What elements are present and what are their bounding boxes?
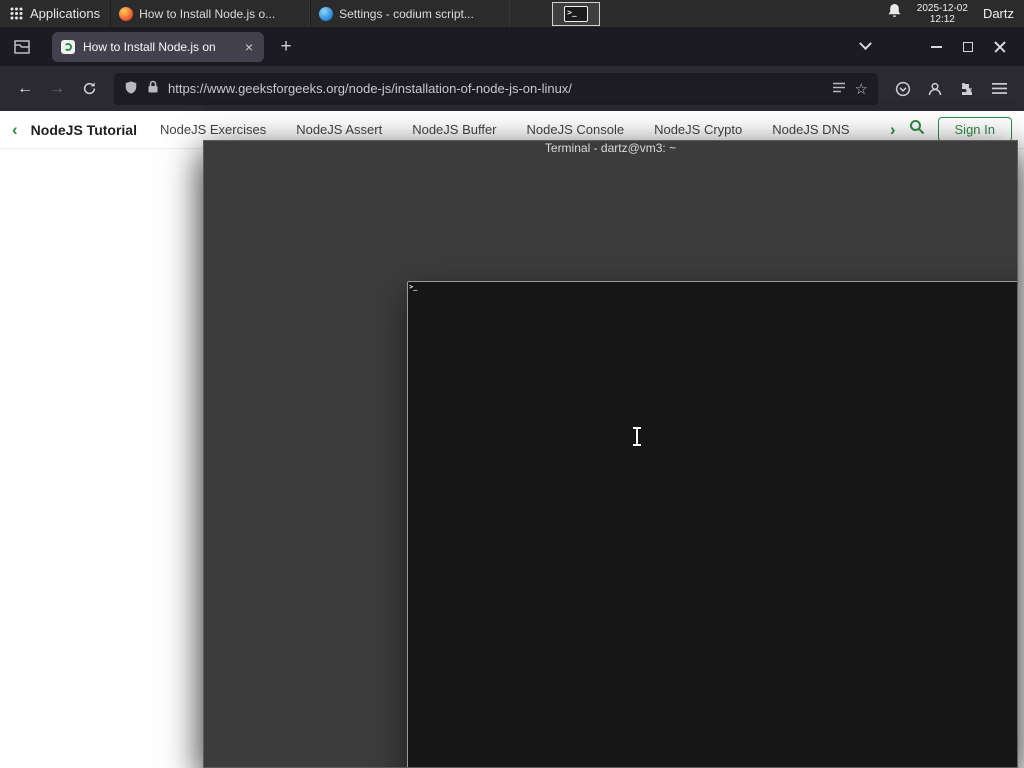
- site-nav-link[interactable]: NodeJS DNS: [772, 122, 849, 137]
- task-window-icon: [119, 6, 134, 21]
- new-tab-button[interactable]: +: [272, 33, 300, 61]
- url-text: https://www.geeksforgeeks.org/node-js/in…: [168, 81, 572, 96]
- tray-terminal-icon: [564, 5, 589, 22]
- browser-toolbar: ← → https://www.geeksforgeeks.org/node-j…: [0, 66, 1024, 111]
- extensions-puzzle-icon[interactable]: [952, 74, 982, 104]
- window-close-button[interactable]: [984, 33, 1016, 61]
- applications-label: Applications: [30, 6, 101, 21]
- mouse-text-cursor: [633, 427, 641, 446]
- clock-date: 2025-12-02: [916, 2, 968, 14]
- site-nav-brand[interactable]: NodeJS Tutorial: [31, 122, 137, 138]
- site-nav-link[interactable]: NodeJS Buffer: [412, 122, 496, 137]
- tracking-shield-icon[interactable]: [124, 80, 138, 98]
- task-window-title: How to Install Node.js o...: [139, 6, 276, 21]
- list-all-tabs-icon[interactable]: [850, 33, 880, 61]
- panel-tasklist: How to Install Node.js o... Settings - c…: [110, 0, 1018, 768]
- back-button[interactable]: ←: [10, 74, 40, 104]
- bookmark-star-icon[interactable]: ☆: [855, 80, 868, 98]
- panel-status-area: 2025-12-02 12:12 Dartz: [887, 0, 1024, 27]
- forward-button[interactable]: →: [42, 74, 72, 104]
- applications-grid-icon: [10, 7, 23, 20]
- taskbar-window-button[interactable]: Terminal - dartz@vm3: ~: [203, 140, 1018, 768]
- task-window-icon: [319, 6, 334, 21]
- browser-tab-bar: How to Install Node.js on × +: [0, 27, 1024, 66]
- site-nav-back-icon[interactable]: ‹: [12, 120, 18, 140]
- url-bar[interactable]: https://www.geeksforgeeks.org/node-js/in…: [114, 72, 878, 105]
- site-nav-link[interactable]: NodeJS Console: [527, 122, 625, 137]
- site-nav-link[interactable]: NodeJS Crypto: [654, 122, 742, 137]
- site-search-icon[interactable]: [909, 119, 925, 140]
- browser-tab-active[interactable]: How to Install Node.js on ×: [52, 31, 264, 62]
- top-panel: Applications How to Install Node.js o...…: [0, 0, 1024, 768]
- sign-in-button[interactable]: Sign In: [937, 117, 1012, 142]
- firefox-view-icon[interactable]: [8, 33, 36, 61]
- task-window-title: Terminal - dartz@vm3: ~: [544, 141, 677, 155]
- applications-menu-button[interactable]: Applications: [0, 0, 110, 27]
- account-icon[interactable]: [920, 74, 950, 104]
- notification-bell-icon[interactable]: [887, 3, 902, 24]
- site-favicon: [61, 39, 75, 54]
- tabbar-controls: [850, 33, 1016, 61]
- task-window-icon: [407, 281, 1017, 767]
- lock-icon[interactable]: [147, 80, 159, 97]
- taskbar-window-button[interactable]: How to Install Node.js o...: [110, 0, 311, 27]
- window-minimize-button[interactable]: [920, 33, 952, 61]
- site-nav: NodeJS Exercises NodeJS Assert NodeJS Buff…: [160, 122, 877, 137]
- tab-close-icon[interactable]: ×: [243, 40, 255, 54]
- pocket-icon[interactable]: [888, 74, 918, 104]
- site-nav-link[interactable]: NodeJS Assert: [296, 122, 382, 137]
- menu-hamburger-icon[interactable]: [984, 74, 1014, 104]
- clock-time: 12:12: [929, 13, 955, 25]
- reader-view-icon[interactable]: [832, 81, 846, 97]
- panel-clock[interactable]: 2025-12-02 12:12: [917, 3, 968, 25]
- tab-title: How to Install Node.js on: [83, 39, 216, 54]
- site-nav-link[interactable]: NodeJS Exercises: [160, 122, 266, 137]
- user-label: Dartz: [982, 6, 1014, 21]
- tray-terminal-button[interactable]: [552, 1, 601, 26]
- reload-button[interactable]: [74, 74, 104, 104]
- site-nav-forward-icon[interactable]: ›: [890, 120, 896, 140]
- taskbar-window-button[interactable]: Settings - codium script...: [310, 0, 511, 27]
- window-maximize-button[interactable]: [952, 33, 984, 61]
- task-window-title: Settings - codium script...: [339, 6, 474, 21]
